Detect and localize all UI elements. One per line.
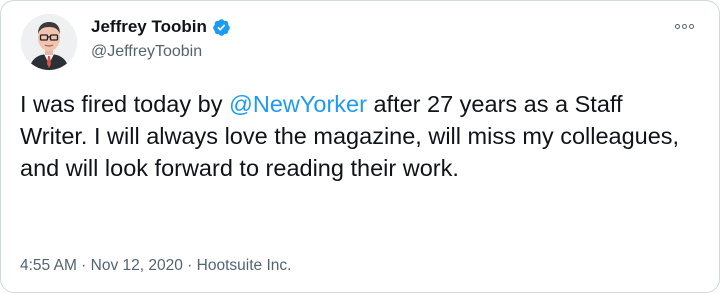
tweet-source[interactable]: Hootsuite Inc.	[197, 257, 292, 274]
tweet-text: I was fired today by @NewYorker after 27…	[20, 88, 680, 184]
tweet-meta: 4:55 AM · Nov 12, 2020 · Hootsuite Inc.	[20, 257, 291, 275]
dot-icon	[689, 23, 694, 29]
meta-separator: ·	[76, 257, 91, 274]
user-name[interactable]: Jeffrey Toobin	[91, 17, 207, 37]
mention-link[interactable]: @NewYorker	[229, 91, 367, 117]
meta-separator: ·	[182, 257, 197, 274]
avatar-icon	[21, 14, 77, 70]
dot-icon	[675, 23, 680, 29]
avatar[interactable]	[21, 14, 77, 70]
tweet-date[interactable]: Nov 12, 2020	[91, 257, 183, 274]
verified-badge-icon	[213, 18, 230, 36]
tweet-text-before: I was fired today by	[20, 91, 229, 117]
tweet-card: Jeffrey Toobin @JeffreyToobin I was fire…	[0, 0, 720, 293]
dot-icon	[682, 23, 687, 29]
tweet-time[interactable]: 4:55 AM	[20, 257, 77, 274]
user-name-row: Jeffrey Toobin	[91, 17, 231, 37]
more-options-icon[interactable]	[675, 19, 699, 33]
user-handle[interactable]: @JeffreyToobin	[91, 43, 202, 61]
